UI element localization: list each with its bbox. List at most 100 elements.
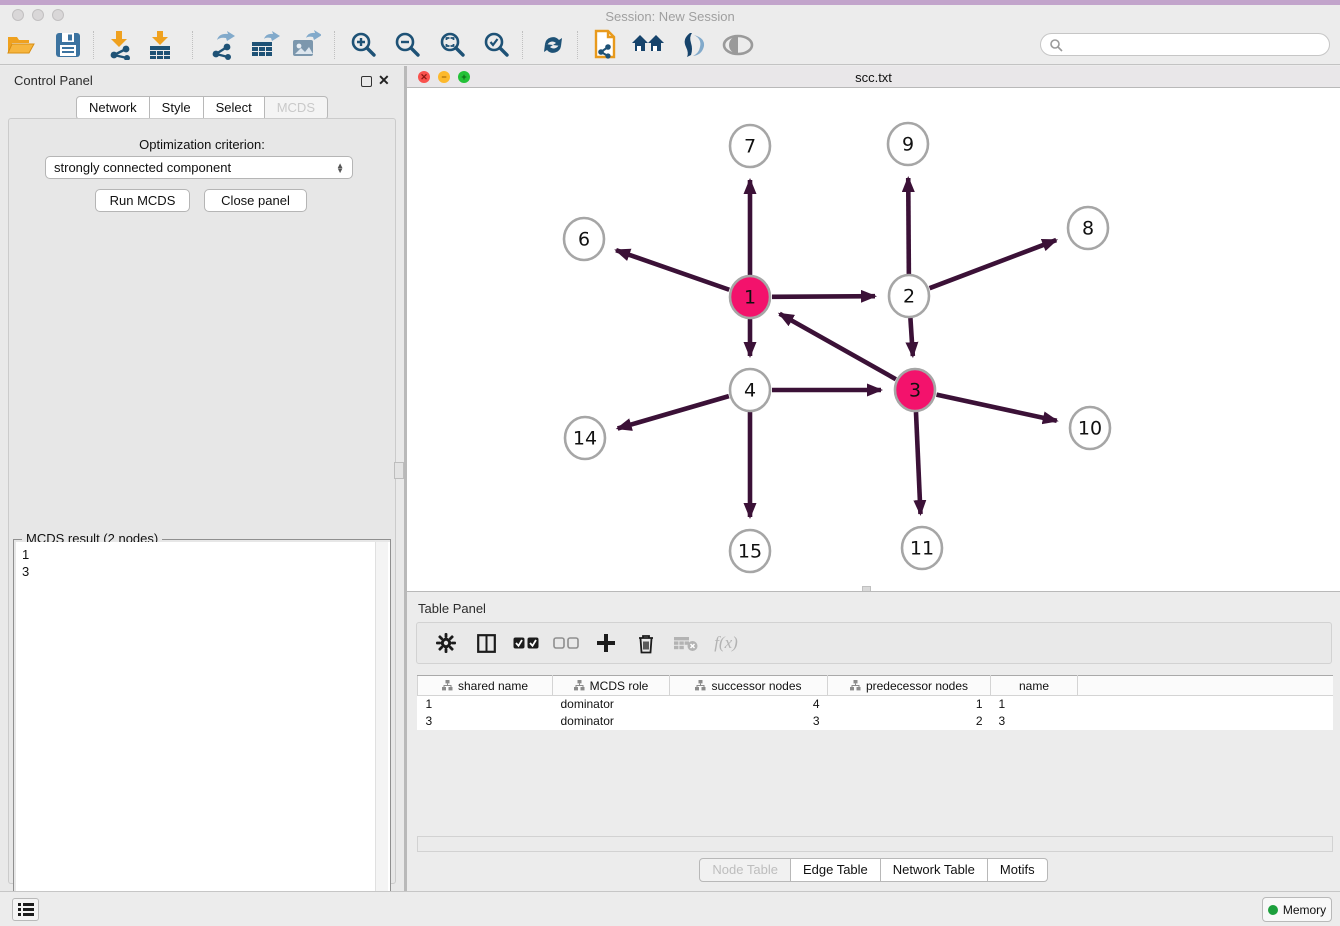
open-folder-icon[interactable] <box>4 29 38 61</box>
graph-edge-3-11[interactable] <box>916 412 921 514</box>
save-icon[interactable] <box>51 29 85 61</box>
toolbar-separator <box>522 31 523 59</box>
col-successor-nodes[interactable]: successor nodes <box>670 676 828 696</box>
graph-node-label-7: 7 <box>744 136 756 158</box>
network-graph: 7968124314101511 <box>407 88 1340 591</box>
import-table-icon[interactable] <box>143 29 177 61</box>
graph-node-label-14: 14 <box>573 428 597 450</box>
settings-icon[interactable] <box>433 633 459 653</box>
graph-node-label-9: 9 <box>902 134 914 156</box>
table-horizontal-scrollbar[interactable] <box>417 836 1333 852</box>
table-row[interactable]: 1 dominator 4 1 1 <box>418 696 1334 713</box>
graph-node-label-10: 10 <box>1078 418 1102 440</box>
memory-button[interactable]: Memory <box>1262 897 1332 922</box>
mcds-result-scrollbar[interactable] <box>375 542 388 921</box>
tab-motifs[interactable]: Motifs <box>988 858 1048 882</box>
hierarchy-icon <box>442 680 453 691</box>
function-builder-icon[interactable]: f(x) <box>713 633 739 653</box>
network-window-title: scc.txt <box>407 70 1340 85</box>
table-toolbar: f(x) <box>416 622 1332 664</box>
delete-table-icon[interactable] <box>673 635 699 651</box>
task-history-button[interactable] <box>12 898 39 921</box>
import-network-icon[interactable] <box>103 29 137 61</box>
table-panel-title: Table Panel <box>418 601 486 616</box>
optimization-criterion-label: Optimization criterion: <box>9 137 395 152</box>
col-empty <box>1078 676 1334 696</box>
network-from-file-icon[interactable] <box>588 29 622 61</box>
criterion-dropdown[interactable]: strongly connected component ▲▼ <box>45 156 353 179</box>
search-field[interactable] <box>1040 33 1330 56</box>
hierarchy-icon <box>574 680 585 691</box>
network-view-window: ✕ − + scc.txt 7968124314101511 <box>407 66 1340 591</box>
graph-edge-1-6[interactable] <box>616 250 729 290</box>
hierarchy-icon <box>850 680 861 691</box>
mcds-result-text[interactable]: 1 3 <box>16 542 390 921</box>
graph-edge-2-8[interactable] <box>930 240 1057 288</box>
vertical-splitter-handle[interactable] <box>394 462 404 479</box>
tab-network[interactable]: Network <box>76 96 150 120</box>
network-canvas[interactable]: 7968124314101511 <box>407 88 1340 591</box>
run-mcds-button[interactable]: Run MCDS <box>95 189 190 212</box>
toolbar-separator <box>577 31 578 59</box>
export-network-icon[interactable] <box>205 29 239 61</box>
tab-style[interactable]: Style <box>150 96 204 120</box>
add-icon[interactable] <box>593 633 619 653</box>
graph-node-label-2: 2 <box>903 286 915 308</box>
main-toolbar <box>0 25 1340 65</box>
graph-node-label-15: 15 <box>738 541 762 563</box>
graph-node-label-8: 8 <box>1082 218 1094 240</box>
refresh-icon[interactable] <box>536 29 570 61</box>
show-column-icon[interactable] <box>473 634 499 653</box>
close-panel-icon[interactable]: ✕ <box>378 75 390 86</box>
tab-edge-table[interactable]: Edge Table <box>791 858 881 882</box>
control-panel-title: Control Panel <box>14 73 93 88</box>
tab-select[interactable]: Select <box>204 96 265 120</box>
zoom-fit-icon[interactable] <box>435 29 469 61</box>
list-icon <box>18 903 34 916</box>
graph-node-label-4: 4 <box>744 380 756 402</box>
network-window-titlebar[interactable]: ✕ − + scc.txt <box>407 66 1340 88</box>
close-panel-button[interactable]: Close panel <box>204 189 307 212</box>
tab-mcds[interactable]: MCDS <box>265 96 328 120</box>
tab-network-table[interactable]: Network Table <box>881 858 988 882</box>
tab-node-table[interactable]: Node Table <box>699 858 791 882</box>
graph-node-label-6: 6 <box>578 229 590 251</box>
home-icon[interactable] <box>631 29 665 61</box>
control-panel-tabs: Network Style Select MCDS <box>0 96 404 120</box>
col-name[interactable]: name <box>991 676 1078 696</box>
export-table-icon[interactable] <box>248 29 282 61</box>
toolbar-separator <box>334 31 335 59</box>
select-all-icon[interactable] <box>513 637 539 650</box>
control-panel: Control Panel ✕ Network Style Select MCD… <box>0 66 404 891</box>
deselect-all-icon[interactable] <box>553 637 579 650</box>
graph-edge-2-9[interactable] <box>908 178 909 274</box>
search-input[interactable] <box>1063 34 1329 55</box>
window-title: Session: New Session <box>0 9 1340 24</box>
float-panel-icon[interactable] <box>361 74 372 92</box>
graph-edge-3-1[interactable] <box>780 314 896 380</box>
zoom-out-icon[interactable] <box>390 29 424 61</box>
export-image-icon[interactable] <box>289 29 323 61</box>
delete-icon[interactable] <box>633 633 659 654</box>
col-predecessor-nodes[interactable]: predecessor nodes <box>828 676 991 696</box>
memory-label: Memory <box>1283 903 1326 917</box>
status-bar: Memory <box>0 891 1340 926</box>
table-row[interactable]: 3 dominator 3 2 3 <box>418 713 1334 730</box>
chevron-updown-icon: ▲▼ <box>336 163 344 173</box>
graph-edge-2-3[interactable] <box>910 318 912 356</box>
zoom-selected-icon[interactable] <box>479 29 513 61</box>
graph-edge-4-14[interactable] <box>618 396 729 428</box>
graph-node-label-1: 1 <box>744 287 756 309</box>
zoom-in-icon[interactable] <box>346 29 380 61</box>
toolbar-separator <box>93 31 94 59</box>
col-mcds-role[interactable]: MCDS role <box>553 676 670 696</box>
apply-style-icon[interactable] <box>676 29 710 61</box>
graph-node-label-3: 3 <box>909 380 921 402</box>
mcds-tab-content: Optimization criterion: strongly connect… <box>8 118 396 884</box>
hide-selected-icon[interactable] <box>721 29 755 61</box>
graph-edge-3-10[interactable] <box>936 395 1056 421</box>
graph-edge-1-2[interactable] <box>772 296 875 297</box>
col-shared-name[interactable]: shared name <box>418 676 553 696</box>
memory-status-dot <box>1268 905 1278 915</box>
table-header-row: shared name MCDS role successor nodes pr… <box>418 676 1334 696</box>
